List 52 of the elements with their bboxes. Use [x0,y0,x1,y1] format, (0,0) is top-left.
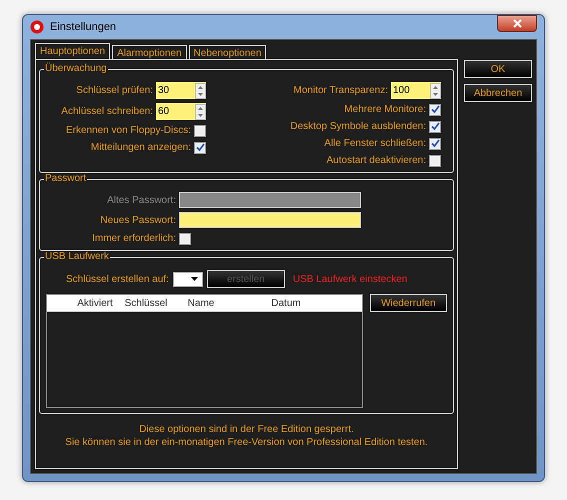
spinner-arrows-icon[interactable] [430,82,441,98]
group-title: USB Laufwerk [44,251,110,262]
revoke-button[interactable]: Wiederrufen [370,294,447,312]
ok-button[interactable]: OK [464,60,532,78]
number-spinner[interactable]: 30 [156,82,206,99]
field-label: Neues Passwort: [99,214,176,226]
app-icon [30,20,44,34]
column-header[interactable]: Schlüssel [121,298,171,308]
checkbox[interactable] [429,120,441,132]
warning-text: USB Laufwerk einstecken [292,274,408,284]
password-field[interactable] [179,212,361,228]
spinner-arrows-icon[interactable] [195,82,206,98]
checkbox[interactable] [194,124,206,136]
spinner-arrows-icon[interactable] [195,104,206,120]
checkbox[interactable] [429,154,441,166]
checkbox[interactable] [429,138,441,150]
field-label: Immer erforderlich: [91,233,176,244]
field-label: Mehrere Monitore: [344,104,426,115]
column-header[interactable]: Aktiviert [69,298,121,308]
field-label: Schlüssel erstellen auf: [66,274,169,284]
tab[interactable]: Nebenoptionen [188,45,266,59]
spinner-value: 100 [393,85,410,96]
field-label: Alle Fenster schließen: [324,138,426,149]
checkbox[interactable] [429,104,441,116]
spinner-value: 30 [158,85,170,96]
column-header[interactable]: Name [171,298,231,308]
checkbox[interactable] [194,142,206,154]
number-spinner[interactable]: 100 [391,82,441,99]
number-spinner[interactable]: 60 [156,103,206,120]
spinner-value: 60 [158,106,170,117]
field-label: Altes Passwort: [106,194,176,206]
caret-icon [190,277,198,281]
field-label: Autostart deaktivieren: [326,155,426,166]
window-title: Einstellungen [50,21,118,33]
checkbox[interactable] [179,232,191,244]
field-label: Desktop Symbole ausblenden: [290,121,426,132]
field-label: Erkennen von Floppy-Discs: [66,125,191,136]
close-icon [512,19,522,28]
tab[interactable]: Alarmoptionen [112,45,187,59]
cancel-button[interactable]: Abbrechen [464,84,532,102]
field-label: Schlüssel prüfen: [76,85,153,96]
notice-text: Sie können sie in der ein-monatigen Free-Version von Professional Edition testen. [65,437,428,448]
tab[interactable]: Hauptoptionen [35,43,110,59]
field-label: Mitteilungen anzeigen: [90,142,191,153]
close-button[interactable] [497,15,537,32]
notice-text: Diese optionen sind in der Free Edition gesperrt. [139,424,354,435]
group-title: Passwort [44,173,88,184]
field-label: Monitor Transparenz: [294,85,388,96]
drive-dropdown[interactable] [172,272,203,286]
column-header[interactable]: Datum [231,298,341,308]
field-label: Achlüssel schreiben: [61,106,153,117]
group-title: Überwachung [44,63,108,74]
